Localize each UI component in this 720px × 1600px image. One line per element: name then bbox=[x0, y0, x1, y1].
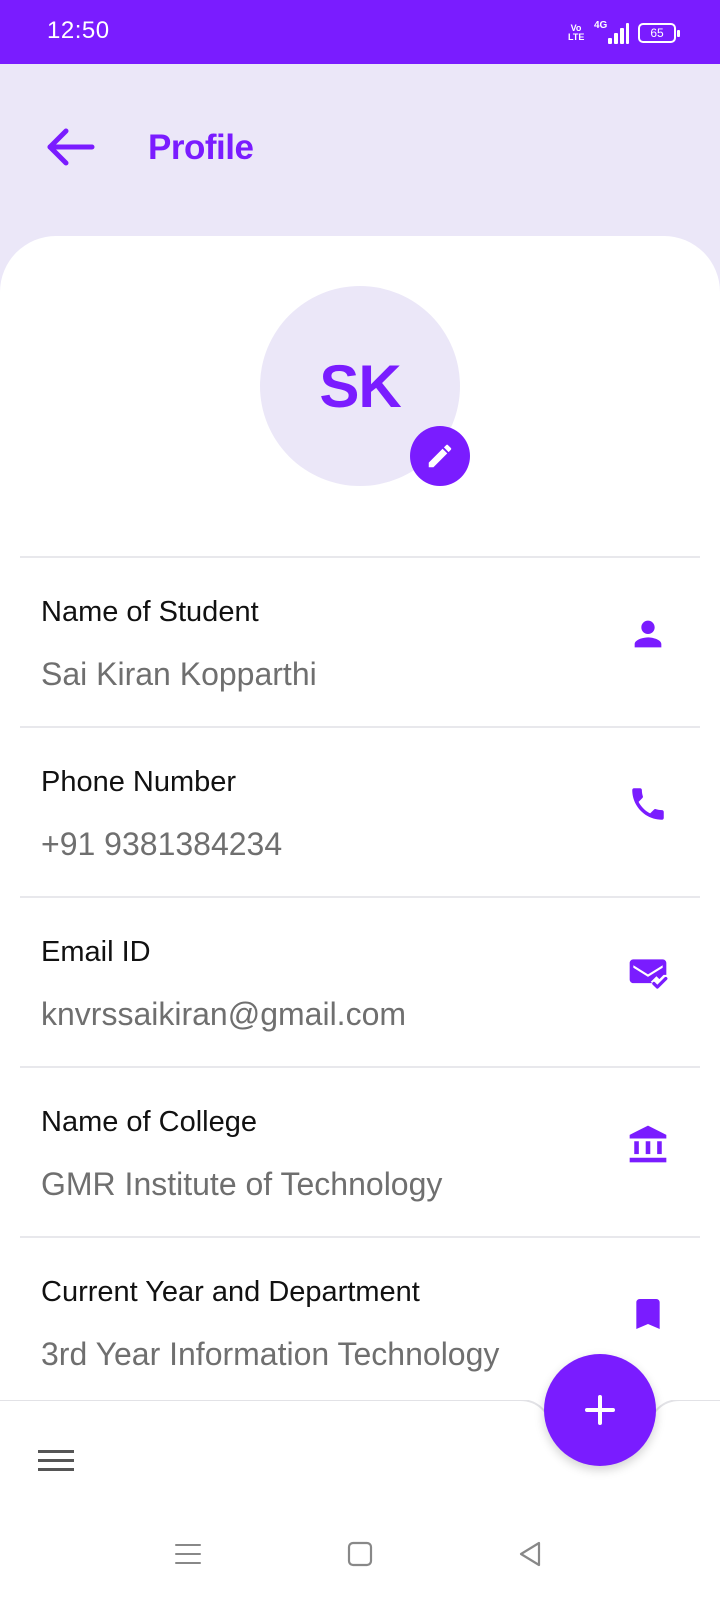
field-label: Current Year and Department bbox=[41, 1276, 420, 1308]
mail-check-icon bbox=[626, 952, 670, 996]
add-button[interactable] bbox=[544, 1354, 656, 1466]
menu-button[interactable] bbox=[36, 1444, 76, 1478]
system-back-button[interactable] bbox=[512, 1536, 548, 1572]
profile-screen: 12:50 Vo LTE 4G 65 Profile SK Name of St… bbox=[0, 0, 720, 1600]
back-triangle-icon bbox=[519, 1541, 541, 1567]
status-time: 12:50 bbox=[47, 17, 110, 44]
field-label: Name of College bbox=[41, 1106, 257, 1138]
field-label: Email ID bbox=[41, 936, 151, 968]
recents-icon bbox=[175, 1544, 201, 1564]
hamburger-menu-icon bbox=[38, 1450, 74, 1471]
bottom-app-bar bbox=[0, 1354, 720, 1508]
battery-icon: 65 bbox=[638, 23, 680, 43]
field-value: 3rd Year Information Technology bbox=[41, 1336, 500, 1372]
edit-avatar-button[interactable] bbox=[410, 426, 470, 486]
recents-button[interactable] bbox=[170, 1536, 206, 1572]
home-square-icon bbox=[347, 1541, 373, 1567]
field-value: +91 9381384234 bbox=[41, 826, 283, 862]
system-nav-bar bbox=[0, 1508, 720, 1600]
network-type: 4G bbox=[594, 20, 608, 31]
field-value: knvrssaikiran@gmail.com bbox=[41, 996, 407, 1032]
signal-icon: 4G bbox=[594, 20, 629, 44]
info-row-student-name: Name of Student Sai Kiran Kopparthi bbox=[20, 556, 700, 726]
info-row-college: Name of College GMR Institute of Technol… bbox=[20, 1066, 700, 1236]
home-button[interactable] bbox=[342, 1536, 378, 1572]
info-row-phone: Phone Number +91 9381384234 bbox=[20, 726, 700, 896]
status-icons: Vo LTE 4G 65 bbox=[568, 20, 680, 46]
field-value: GMR Institute of Technology bbox=[41, 1166, 443, 1202]
page-title: Profile bbox=[148, 128, 254, 167]
arrow-back-icon bbox=[47, 128, 95, 166]
status-bar: 12:50 Vo LTE 4G 65 bbox=[0, 0, 720, 64]
field-label: Name of Student bbox=[41, 596, 259, 628]
volte-icon: Vo LTE bbox=[568, 23, 585, 42]
plus-icon bbox=[585, 1395, 615, 1425]
info-row-email: Email ID knvrssaikiran@gmail.com bbox=[20, 896, 700, 1066]
profile-info-list: Name of Student Sai Kiran Kopparthi Phon… bbox=[20, 556, 700, 1406]
field-value: Sai Kiran Kopparthi bbox=[41, 656, 317, 692]
back-button[interactable] bbox=[38, 120, 102, 174]
pencil-icon bbox=[428, 444, 452, 468]
phone-icon bbox=[626, 782, 670, 826]
field-label: Phone Number bbox=[41, 766, 237, 798]
bookmark-icon bbox=[626, 1292, 670, 1336]
battery-level: 65 bbox=[650, 26, 664, 40]
person-icon bbox=[626, 612, 670, 656]
avatar-initials: SK bbox=[319, 352, 401, 420]
app-header: Profile bbox=[0, 64, 720, 234]
institution-icon bbox=[626, 1122, 670, 1166]
profile-card: SK Name of Student Sai Kiran Kopparthi P… bbox=[0, 236, 720, 1436]
